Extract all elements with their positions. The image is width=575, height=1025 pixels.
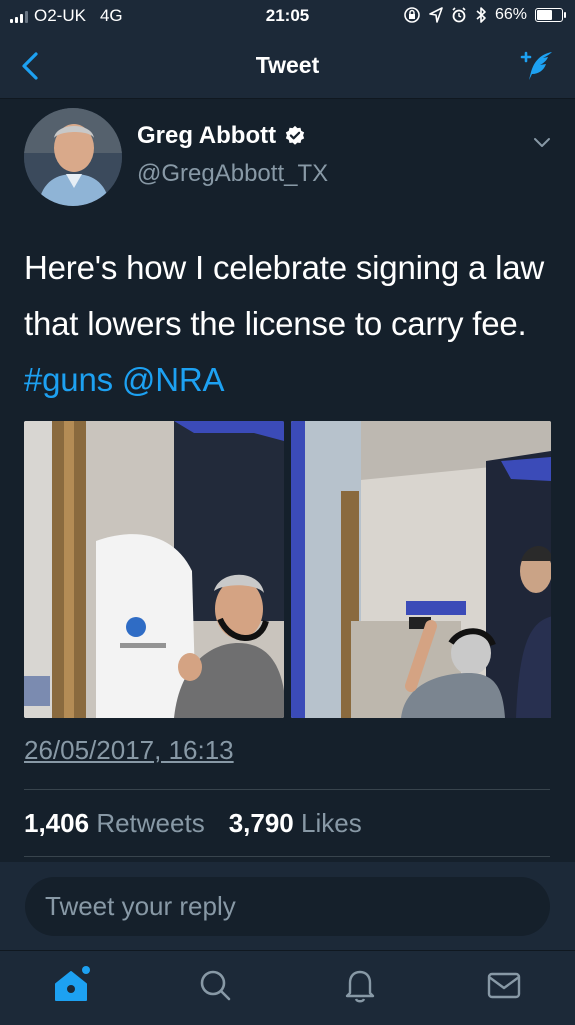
retweets-stat[interactable]: 1,406 Retweets [24, 808, 205, 839]
likes-label: Likes [301, 808, 362, 838]
tweet-timestamp[interactable]: 26/05/2017, 16:13 [24, 735, 234, 766]
retweets-label: Retweets [96, 808, 205, 838]
author-name-row: Greg Abbott [137, 122, 306, 150]
divider [24, 789, 550, 790]
home-icon[interactable] [52, 965, 92, 1005]
tab-bar [0, 950, 575, 1025]
reply-bar [0, 862, 575, 950]
alarm-icon [452, 7, 466, 23]
tweet-photo-1[interactable] [24, 421, 284, 718]
divider [24, 856, 550, 857]
status-icons: 66% [403, 6, 566, 24]
tweet-text: Here's how I celebrate signing a law tha… [24, 240, 554, 408]
avatar[interactable] [24, 108, 122, 206]
retweets-count: 1,406 [24, 808, 90, 838]
verified-icon [285, 125, 305, 145]
battery-level-fill [537, 10, 552, 20]
bluetooth-icon [476, 7, 486, 23]
screen-rotation-lock-icon [404, 7, 420, 23]
battery-icon [535, 8, 566, 22]
tweet-author: Greg Abbott @GregAbbott_TX [24, 108, 554, 208]
avatar-photo [24, 108, 122, 206]
tweet-body-text: Here's how I celebrate signing a law tha… [24, 249, 545, 342]
reply-input[interactable] [25, 877, 550, 936]
shooting-range-firing-photo [291, 421, 551, 718]
tweet-media [24, 421, 551, 718]
messages-envelope-icon[interactable] [484, 965, 524, 1005]
page-title: Tweet [255, 52, 320, 78]
mention-link[interactable]: @NRA [122, 361, 225, 398]
display-name[interactable]: Greg Abbott [137, 122, 276, 150]
likes-count: 3,790 [228, 808, 294, 838]
battery-percent: 66% [494, 6, 527, 23]
compose-tweet-icon[interactable] [519, 48, 555, 84]
user-handle[interactable]: @GregAbbott_TX [137, 160, 328, 188]
likes-stat[interactable]: 3,790 Likes [229, 808, 362, 839]
tweet-photo-2[interactable] [291, 421, 551, 718]
notifications-bell-icon[interactable] [340, 965, 380, 1005]
navigation-bar: Tweet [0, 34, 575, 99]
hashtag-link[interactable]: #guns [24, 361, 113, 398]
chevron-down-icon[interactable] [530, 130, 554, 154]
tweet-stats: 1,406 Retweets 3,790 Likes [24, 808, 362, 839]
status-bar: O2-UK 4G 21:05 66% [0, 0, 575, 34]
location-arrow-icon [429, 7, 443, 23]
search-icon[interactable] [195, 965, 235, 1005]
shooting-range-target-photo [24, 421, 284, 718]
